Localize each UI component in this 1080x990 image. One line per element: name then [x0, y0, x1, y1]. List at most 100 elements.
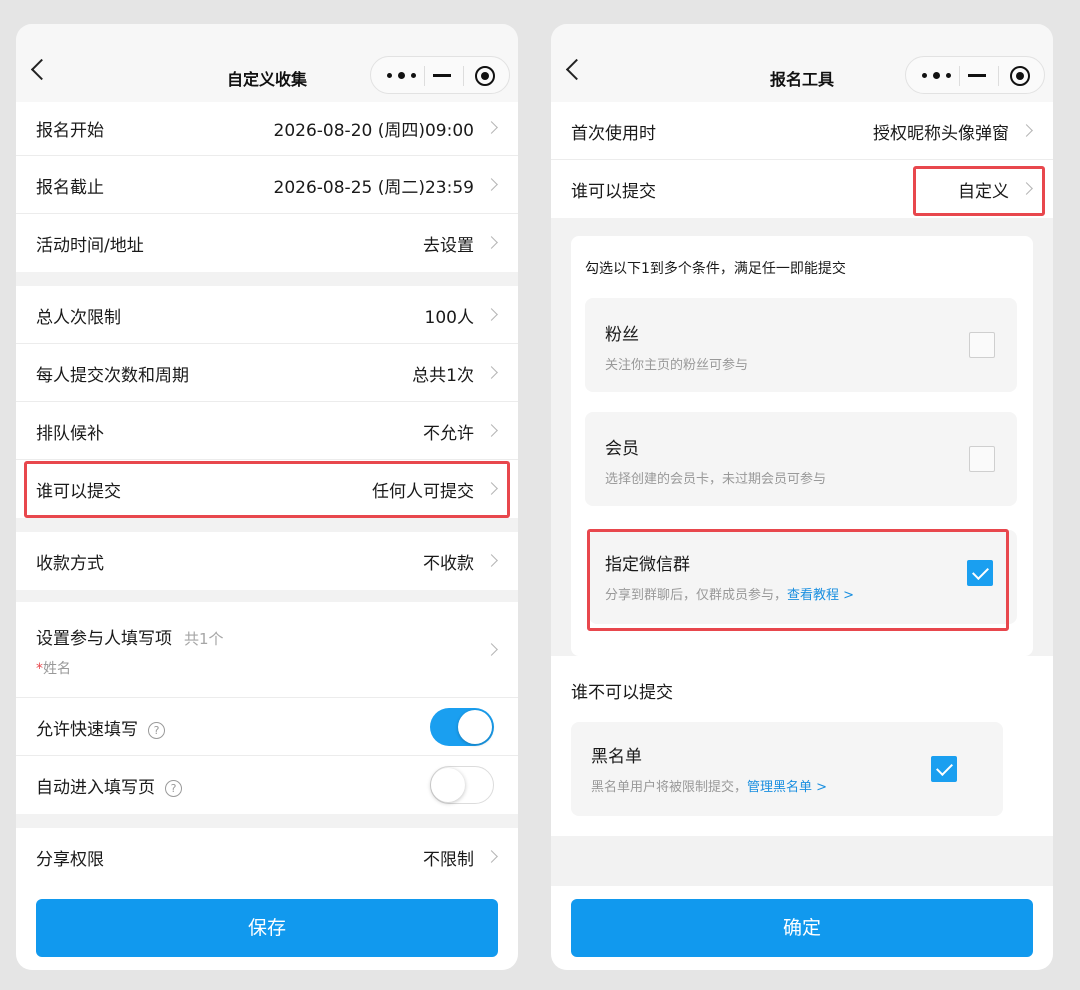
- minimize-icon[interactable]: [433, 74, 451, 77]
- row-value: 不允许: [423, 424, 474, 444]
- row-value: 总共1次: [412, 366, 474, 386]
- more-icon[interactable]: [920, 67, 954, 83]
- row-value: 2026-08-25 (周二)23:59: [273, 178, 474, 198]
- chevron-right-icon: [485, 482, 498, 495]
- row-value: 授权昵称头像弹窗: [873, 124, 1009, 144]
- row-signup-end[interactable]: 报名截止 2026-08-25 (周二)23:59: [16, 156, 518, 214]
- option-blacklist[interactable]: 黑名单 黑名单用户将被限制提交，管理黑名单 >: [571, 722, 1003, 816]
- capsule-divider: [959, 66, 960, 86]
- row-participant-fields[interactable]: 设置参与人填写项 共1个 *姓名: [16, 602, 518, 698]
- nav-bar: 报名工具: [551, 24, 1053, 102]
- save-button[interactable]: 保存: [36, 899, 498, 957]
- chevron-right-icon: [485, 121, 498, 134]
- option-desc: 关注你主页的粉丝可参与: [605, 358, 749, 373]
- fans-checkbox[interactable]: [969, 332, 995, 358]
- footer-bar: 确定: [551, 886, 1053, 970]
- chevron-right-icon: [485, 424, 498, 437]
- confirm-button[interactable]: 确定: [571, 899, 1033, 957]
- row-label: 活动时间/地址: [36, 236, 144, 256]
- fields-item: *姓名: [36, 658, 71, 678]
- blacklist-checkbox[interactable]: [931, 756, 957, 782]
- row-auto-enter: 自动进入填写页?: [16, 756, 518, 814]
- field-name: 姓名: [43, 661, 71, 677]
- option-members[interactable]: 会员 选择创建的会员卡，未过期会员可参与: [585, 412, 1017, 506]
- blacklist-section: 谁不可以提交 黑名单 黑名单用户将被限制提交，管理黑名单 >: [551, 656, 1053, 836]
- row-label: 收款方式: [36, 554, 104, 574]
- option-fans[interactable]: 粉丝 关注你主页的粉丝可参与: [585, 298, 1017, 392]
- conditions-hint: 勾选以下1到多个条件，满足任一即能提交: [585, 261, 846, 277]
- row-quick-fill: 允许快速填写?: [16, 698, 518, 756]
- option-desc: 黑名单用户将被限制提交，管理黑名单 >: [591, 776, 827, 795]
- section-title: 谁不可以提交: [571, 683, 673, 703]
- row-first-use[interactable]: 首次使用时 授权昵称头像弹窗: [551, 102, 1053, 160]
- minimize-icon[interactable]: [968, 74, 986, 77]
- left-screen: 自定义收集 报名开始 2026-08-20 (周四)09:00 报名截止 202…: [16, 24, 518, 970]
- row-label: 设置参与人填写项 共1个: [36, 624, 224, 649]
- more-icon[interactable]: [385, 67, 419, 83]
- row-value: 任何人可提交: [372, 482, 474, 502]
- toggle-knob: [458, 710, 492, 744]
- chevron-right-icon: [485, 308, 498, 321]
- auto-enter-toggle[interactable]: [430, 766, 494, 804]
- chevron-right-icon: [485, 236, 498, 249]
- wechat-group-checkbox[interactable]: [967, 560, 993, 586]
- row-label: 分享权限: [36, 850, 104, 870]
- members-checkbox[interactable]: [969, 446, 995, 472]
- nav-bar: 自定义收集: [16, 24, 518, 102]
- right-screen: 报名工具 首次使用时 授权昵称头像弹窗 谁可以提交 自定义 勾选以下1到多个条件…: [551, 24, 1053, 970]
- row-activity-time-address[interactable]: 活动时间/地址 去设置: [16, 214, 518, 272]
- toggle-knob: [431, 768, 465, 802]
- row-submit-count[interactable]: 每人提交次数和周期 总共1次: [16, 344, 518, 402]
- conditions-panel: 勾选以下1到多个条件，满足任一即能提交 粉丝 关注你主页的粉丝可参与 会员 选择…: [571, 236, 1033, 656]
- capsule-divider: [998, 66, 999, 86]
- mini-program-capsule: [370, 56, 510, 94]
- chevron-right-icon: [485, 178, 498, 191]
- row-value: 不限制: [423, 850, 474, 870]
- fields-label: 设置参与人填写项: [36, 629, 172, 649]
- chevron-right-icon: [1020, 182, 1033, 195]
- footer-bar: 保存: [16, 886, 518, 970]
- capsule-divider: [463, 66, 464, 86]
- row-value: 不收款: [423, 554, 474, 574]
- chevron-right-icon: [485, 643, 498, 656]
- row-label: 报名截止: [36, 178, 104, 198]
- option-desc: 分享到群聊后，仅群成员参与，查看教程 >: [605, 584, 854, 603]
- chevron-right-icon: [485, 850, 498, 863]
- fields-count: 共1个: [184, 630, 224, 648]
- row-payment-method[interactable]: 收款方式 不收款: [16, 532, 518, 590]
- row-total-limit[interactable]: 总人次限制 100人: [16, 286, 518, 344]
- row-signup-start[interactable]: 报名开始 2026-08-20 (周四)09:00: [16, 102, 518, 156]
- row-waitlist[interactable]: 排队候补 不允许: [16, 402, 518, 460]
- option-title: 黑名单: [591, 747, 642, 767]
- option-title: 会员: [605, 439, 639, 459]
- chevron-right-icon: [1020, 124, 1033, 137]
- option-title: 指定微信群: [605, 555, 690, 575]
- row-value: 100人: [424, 308, 474, 328]
- quick-fill-toggle[interactable]: [430, 708, 494, 746]
- row-label: 首次使用时: [571, 124, 656, 144]
- option-desc-text: 黑名单用户将被限制提交，: [591, 780, 748, 795]
- help-icon[interactable]: ?: [148, 721, 165, 739]
- toggle-label: 自动进入填写页?: [36, 773, 182, 798]
- row-who-can-submit[interactable]: 谁可以提交 任何人可提交: [16, 460, 518, 518]
- toggle-text: 自动进入填写页: [36, 778, 155, 798]
- row-value: 去设置: [423, 236, 474, 256]
- close-target-icon[interactable]: [475, 66, 495, 86]
- manage-blacklist-link[interactable]: 管理黑名单 >: [747, 780, 827, 795]
- help-icon[interactable]: ?: [165, 779, 182, 797]
- required-mark: *: [36, 661, 43, 677]
- option-desc-text: 分享到群聊后，仅群成员参与，: [605, 588, 788, 603]
- row-label: 报名开始: [36, 121, 104, 141]
- option-title: 粉丝: [605, 325, 639, 345]
- row-label: 每人提交次数和周期: [36, 366, 189, 386]
- option-wechat-group[interactable]: 指定微信群 分享到群聊后，仅群成员参与，查看教程 >: [589, 530, 1017, 624]
- row-who-can-submit[interactable]: 谁可以提交 自定义: [551, 160, 1053, 218]
- row-share-permission[interactable]: 分享权限 不限制: [16, 828, 518, 886]
- row-value: 自定义: [958, 182, 1009, 202]
- toggle-text: 允许快速填写: [36, 720, 138, 740]
- view-tutorial-link[interactable]: 查看教程 >: [787, 588, 854, 603]
- chevron-right-icon: [485, 366, 498, 379]
- close-target-icon[interactable]: [1010, 66, 1030, 86]
- chevron-right-icon: [485, 554, 498, 567]
- mini-program-capsule: [905, 56, 1045, 94]
